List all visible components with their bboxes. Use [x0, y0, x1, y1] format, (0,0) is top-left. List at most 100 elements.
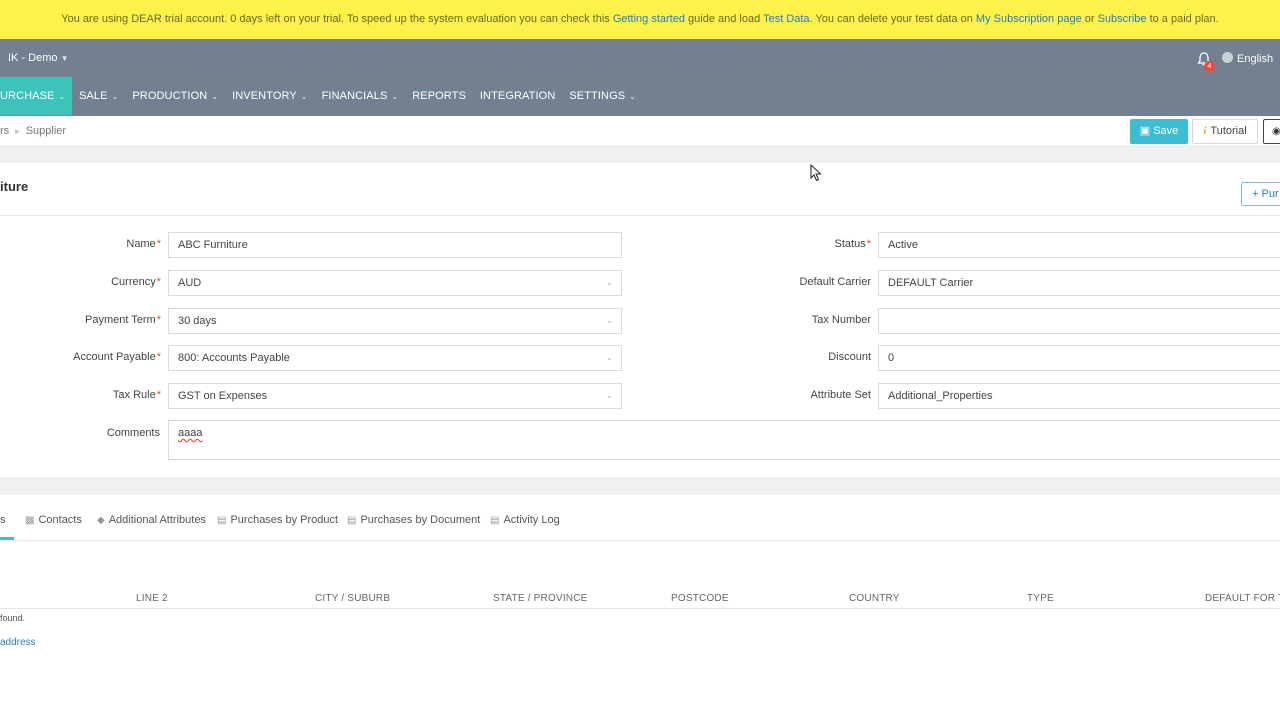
- column-header-postcode[interactable]: POSTCODE: [671, 593, 729, 604]
- nav-reports[interactable]: REPORTS: [405, 77, 473, 115]
- trial-text: to a paid plan.: [1146, 13, 1219, 25]
- comments-textarea[interactable]: aaaa: [168, 420, 1280, 460]
- tutorial-button[interactable]: i Tutorial: [1192, 119, 1258, 144]
- book-icon: ▤: [347, 515, 357, 526]
- empty-table-message: found.: [0, 613, 26, 623]
- getting-started-link[interactable]: Getting started: [613, 13, 685, 25]
- subscribe-link[interactable]: Subscribe: [1098, 13, 1147, 25]
- default-carrier-label: Default Carrier: [799, 276, 871, 288]
- label-text: Discount: [828, 351, 871, 363]
- tab-contacts[interactable]: ▩ Contacts: [25, 514, 82, 526]
- nav-financials[interactable]: FINANCIALS ⌄: [315, 77, 406, 115]
- chevron-down-icon: ⌄: [606, 278, 613, 287]
- plus-icon: +: [1252, 188, 1259, 200]
- field-value: DEFAULT Carrier: [888, 277, 974, 289]
- chevron-down-icon: ⌄: [606, 353, 613, 362]
- status-select[interactable]: Active: [878, 232, 1280, 258]
- tab-additional-attributes[interactable]: ◆ Additional Attributes: [97, 514, 206, 526]
- nav-label: URCHASE: [0, 90, 55, 102]
- supplier-form-panel: iture + Pur Name* ABC Furniture Currency…: [0, 163, 1280, 477]
- book-icon: ▤: [217, 515, 227, 526]
- nav-sale[interactable]: SALE ⌄: [72, 77, 125, 115]
- my-subscription-link[interactable]: My Subscription page: [976, 13, 1082, 25]
- payment-term-select[interactable]: 30 days ⌄: [168, 308, 622, 334]
- currency-label: Currency*: [111, 276, 161, 288]
- chevron-down-icon: ⌄: [606, 391, 613, 400]
- account-payable-select[interactable]: 800: Accounts Payable ⌄: [168, 345, 622, 371]
- tax-number-label: Tax Number: [812, 314, 871, 326]
- column-header-state[interactable]: STATE / PROVINCE: [493, 593, 588, 604]
- save-button[interactable]: ▣ Save: [1130, 119, 1188, 144]
- nav-integration[interactable]: INTEGRATION: [473, 77, 562, 115]
- column-header-default-for-type[interactable]: DEFAULT FOR TY: [1205, 593, 1280, 604]
- breadcrumb-parent[interactable]: rs: [0, 125, 9, 137]
- nav-production[interactable]: PRODUCTION ⌄: [125, 77, 225, 115]
- label-text: Payment Term: [85, 314, 156, 326]
- field-value: GST on Expenses: [178, 390, 268, 402]
- contacts-icon: ▩: [25, 515, 35, 526]
- currency-select[interactable]: AUD ⌄: [168, 270, 622, 296]
- test-data-link[interactable]: Test Data: [763, 13, 809, 25]
- company-name: IK - Demo: [8, 52, 58, 64]
- tabs-section: s ▩ Contacts ◆ Additional Attributes ▤ Purc…: [0, 495, 1280, 720]
- discount-field[interactable]: 0: [878, 345, 1280, 371]
- chevron-down-icon: ⌄: [58, 92, 66, 101]
- label-text: Tax Rule: [112, 389, 156, 401]
- required-marker: *: [156, 314, 161, 326]
- tutorial-label: Tutorial: [1210, 125, 1247, 137]
- trial-text: guide and load: [684, 13, 764, 25]
- tax-rule-select[interactable]: GST on Expenses ⌄: [168, 383, 622, 409]
- breadcrumb-bar: rs ▸ Supplier ▣ Save i Tutorial ◉: [0, 116, 1280, 147]
- column-header-city[interactable]: CITY / SUBURB: [315, 593, 390, 604]
- attribute-set-select[interactable]: Additional_Properties: [878, 383, 1280, 409]
- label-text: Account Payable: [73, 351, 156, 363]
- tab-purchases-by-product[interactable]: ▤ Purchases by Product: [217, 514, 338, 526]
- save-label: Save: [1153, 125, 1179, 137]
- name-label: Name*: [126, 238, 161, 250]
- label-text: Default Carrier: [799, 276, 871, 288]
- floppy-icon: ▣: [1139, 125, 1151, 137]
- chevron-down-icon: ⌄: [391, 92, 399, 101]
- main-nav: URCHASE ⌄ SALE ⌄ PRODUCTION ⌄ INVENTORY ⌄ FI…: [0, 77, 643, 115]
- default-carrier-select[interactable]: DEFAULT Carrier: [878, 270, 1280, 296]
- tab-purchases-by-document[interactable]: ▤ Purchases by Document: [347, 514, 480, 526]
- tag-icon: ◆: [97, 515, 105, 526]
- tab-label: Purchases by Product: [230, 514, 339, 526]
- nav-purchase[interactable]: URCHASE ⌄: [0, 77, 72, 115]
- chevron-down-icon: ▼: [60, 54, 69, 63]
- column-header-country[interactable]: COUNTRY: [849, 593, 900, 604]
- field-value: AUD: [178, 277, 202, 289]
- required-marker: *: [156, 389, 161, 401]
- column-header-type[interactable]: TYPE: [1027, 593, 1054, 604]
- more-button[interactable]: ◉: [1263, 119, 1280, 144]
- field-value: Additional_Properties: [888, 390, 993, 402]
- trial-text: or: [1081, 13, 1098, 25]
- field-value: ABC Furniture: [178, 239, 248, 251]
- nav-inventory[interactable]: INVENTORY ⌄: [225, 77, 315, 115]
- chevron-right-icon: ▸: [15, 126, 20, 136]
- log-icon: ▤: [490, 515, 500, 526]
- trial-text: You are using DEAR trial account. 0 days…: [61, 13, 613, 25]
- label-text: Comments: [106, 427, 160, 439]
- language-selector[interactable]: English: [1222, 52, 1273, 65]
- tab-addresses[interactable]: s: [0, 514, 6, 526]
- info-icon: i: [1203, 125, 1207, 137]
- status-label: Status*: [835, 238, 871, 250]
- notification-badge: 4: [1204, 61, 1215, 72]
- discount-label: Discount: [828, 351, 871, 363]
- tab-activity-log[interactable]: ▤ Activity Log: [490, 514, 560, 526]
- company-selector[interactable]: IK - Demo ▼: [8, 52, 69, 64]
- add-address-link[interactable]: address: [0, 637, 36, 648]
- field-value: 30 days: [178, 315, 217, 327]
- comments-label: Comments: [107, 427, 160, 439]
- column-header-line2[interactable]: LINE 2: [136, 593, 168, 604]
- nav-settings[interactable]: SETTINGS ⌄: [562, 77, 643, 115]
- add-purchase-button[interactable]: + Pur: [1241, 182, 1280, 206]
- language-label: English: [1237, 53, 1274, 65]
- name-field[interactable]: ABC Furniture: [168, 232, 622, 258]
- tab-label: s: [0, 514, 6, 526]
- label-text: Attribute Set: [810, 389, 871, 401]
- chevron-down-icon: ⌄: [111, 92, 119, 101]
- chevron-down-icon: ⌄: [629, 92, 636, 101]
- tax-number-field[interactable]: [878, 308, 1280, 334]
